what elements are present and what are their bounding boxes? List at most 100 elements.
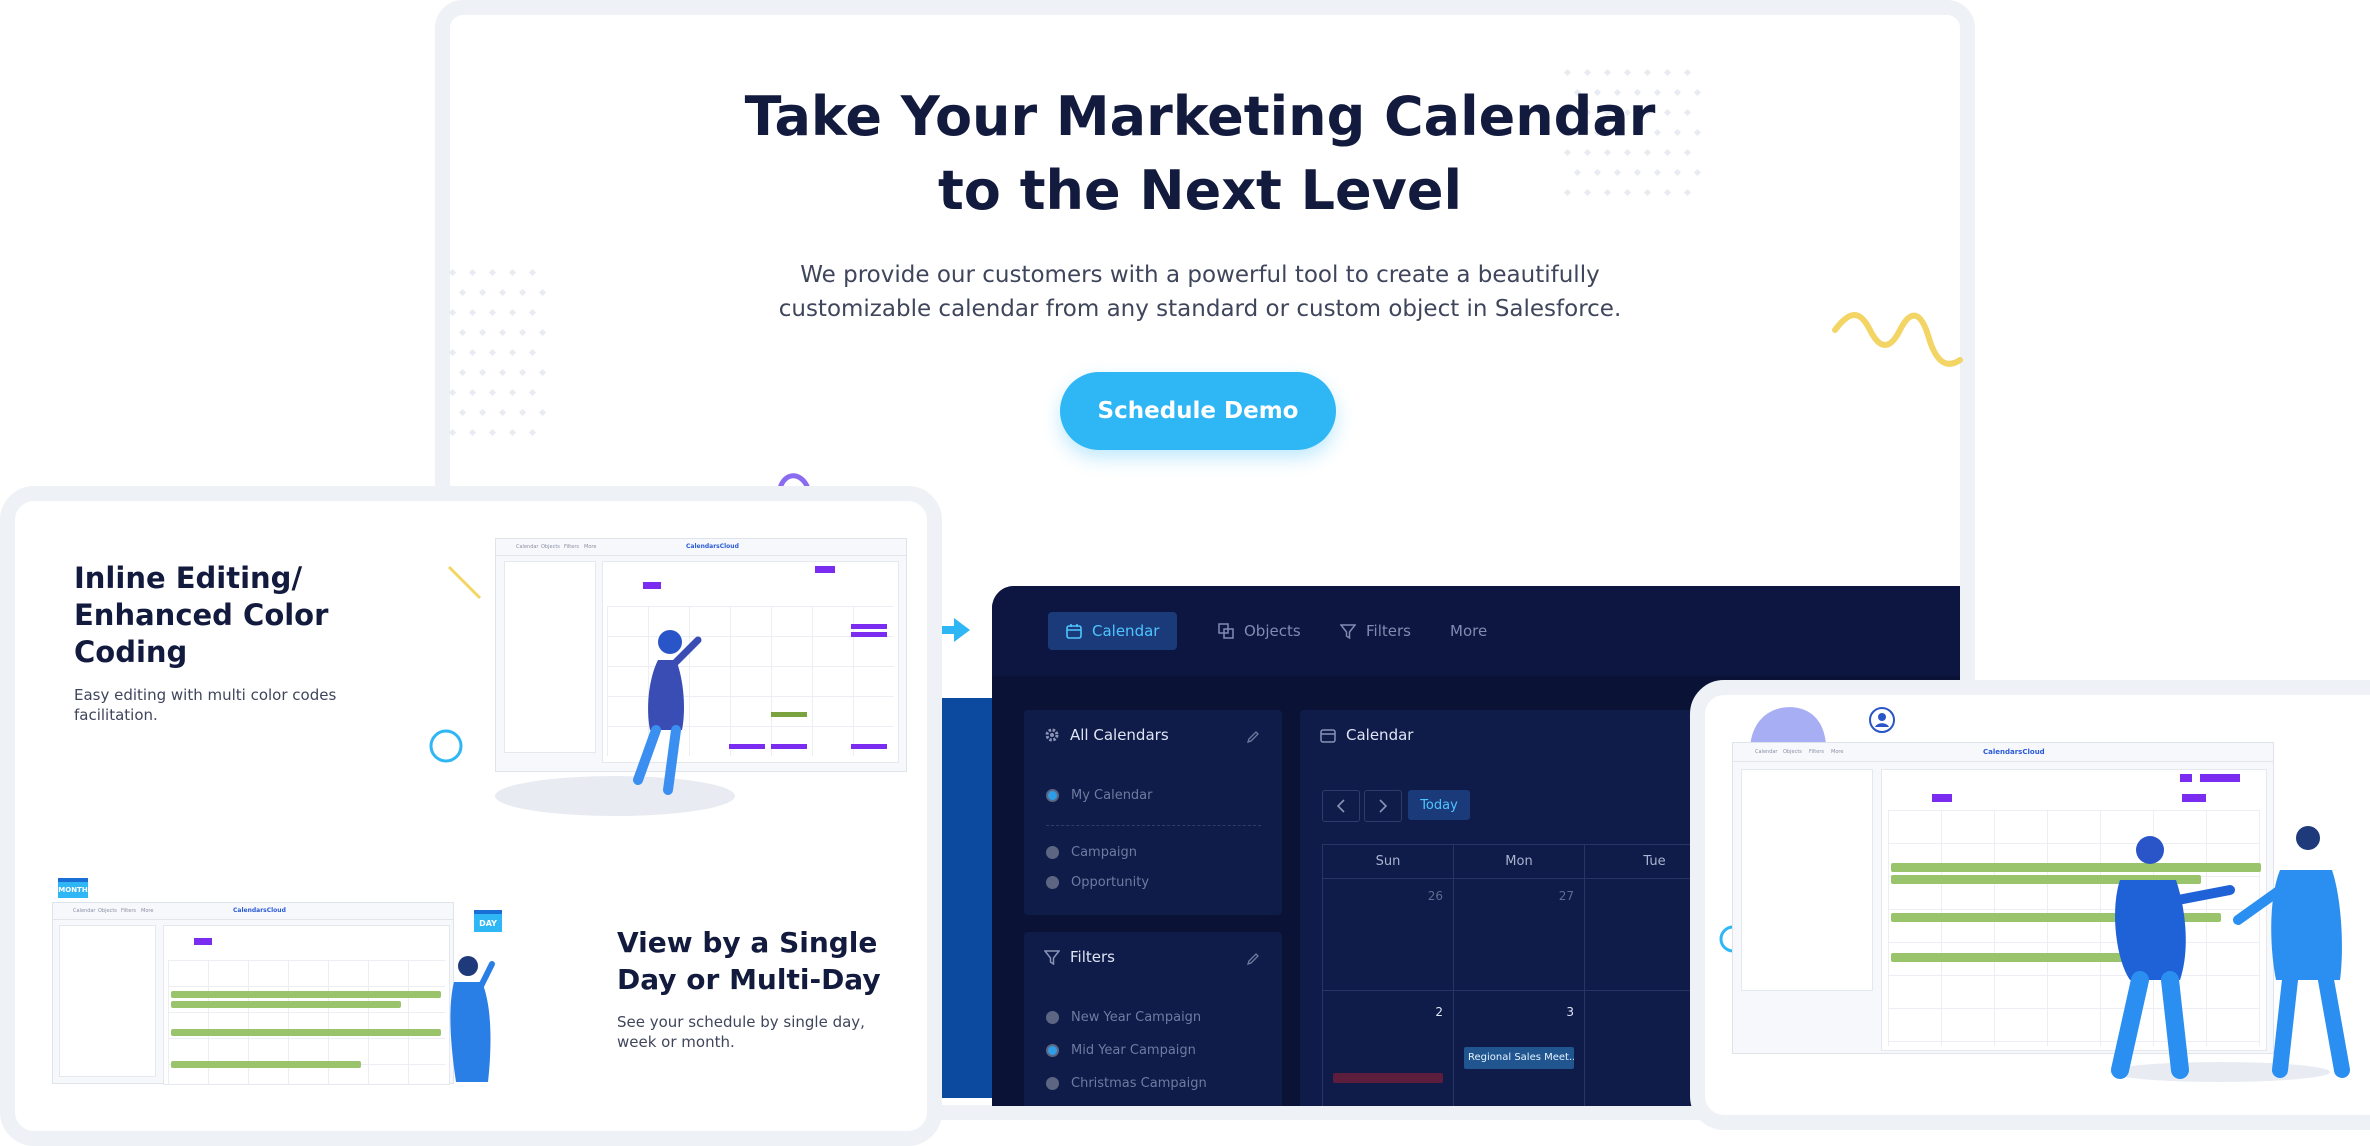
mini-tab-bar: Calendar Objects Filters More CalendarsC… bbox=[1733, 743, 2273, 762]
dot-decoration bbox=[488, 268, 497, 277]
mini-event-bar bbox=[171, 1001, 401, 1008]
dot-decoration bbox=[488, 308, 497, 317]
next-button[interactable] bbox=[1364, 790, 1402, 822]
mini-sidebar bbox=[59, 925, 156, 1077]
dot-decoration bbox=[508, 388, 517, 397]
calendar-header: Calendar bbox=[1320, 726, 1413, 744]
dot-decoration bbox=[538, 288, 547, 297]
edit-icon[interactable] bbox=[1246, 730, 1260, 744]
feature-title-single-day: View by a Single Day or Multi-Day bbox=[617, 926, 881, 996]
day-cell[interactable]: 2 bbox=[1323, 991, 1454, 1106]
dot-decoration bbox=[538, 408, 547, 417]
mini-tab: More bbox=[584, 544, 597, 550]
filter-icon bbox=[1044, 950, 1060, 965]
feature-desc-inline-editing: Easy editing with multi color codes faci… bbox=[74, 686, 337, 724]
dot-decoration bbox=[518, 368, 527, 377]
dot-decoration bbox=[468, 428, 477, 437]
dot-decoration bbox=[478, 288, 487, 297]
all-calendars-panel: All Calendars My Calendar Campaign Oppor… bbox=[1024, 710, 1282, 915]
mini-button bbox=[2182, 794, 2206, 802]
dot-decoration bbox=[448, 308, 457, 317]
mini-brand: CalendarsCloud bbox=[686, 543, 739, 550]
divider bbox=[1046, 825, 1261, 826]
radio-selected bbox=[1046, 1044, 1059, 1057]
day-badge: DAY bbox=[474, 910, 502, 932]
filters-header: Filters bbox=[1044, 948, 1115, 966]
mini-tab: Filters bbox=[121, 908, 136, 914]
feature-desc-single-day: See your schedule by single day, week or… bbox=[617, 1013, 865, 1051]
day-cell[interactable]: 26 bbox=[1323, 879, 1454, 991]
tab-filters[interactable]: Filters bbox=[1322, 612, 1429, 650]
mini-today bbox=[643, 582, 661, 589]
mini-event bbox=[771, 744, 807, 749]
calendar-item-my-calendar[interactable]: My Calendar bbox=[1046, 788, 1153, 803]
dot-decoration bbox=[528, 268, 537, 277]
chevron-left-icon bbox=[1336, 799, 1345, 813]
dot-decoration bbox=[478, 408, 487, 417]
page-title: Take Your Marketing Calendar to the Next… bbox=[744, 85, 1656, 222]
today-button[interactable]: Today bbox=[1408, 790, 1470, 820]
filter-item[interactable]: New Year Campaign bbox=[1046, 1010, 1201, 1025]
mini-tab-bar: Calendar Objects Filters More CalendarsC… bbox=[496, 539, 906, 556]
day-cell[interactable]: 3 Regional Sales Meet... bbox=[1454, 991, 1585, 1106]
mini-tab: Filters bbox=[564, 544, 579, 550]
mini-sidebar bbox=[504, 561, 596, 753]
dot-decoration bbox=[478, 328, 487, 337]
mini-event bbox=[851, 744, 887, 749]
dot-decoration bbox=[448, 428, 457, 437]
mini-tab: Objects bbox=[1783, 749, 1802, 755]
dot-decoration bbox=[508, 308, 517, 317]
mini-brand: CalendarsCloud bbox=[233, 907, 286, 914]
calendar-item-opportunity[interactable]: Opportunity bbox=[1046, 875, 1149, 890]
dot-decoration bbox=[508, 268, 517, 277]
dot-decoration bbox=[508, 348, 517, 357]
squiggle-decoration bbox=[1832, 312, 1963, 367]
filter-icon bbox=[1340, 624, 1356, 639]
dot-decoration bbox=[1583, 68, 1592, 77]
day-cell[interactable]: 27 bbox=[1454, 879, 1585, 991]
feature-title-inline-editing: Inline Editing/ Enhanced Color Coding bbox=[74, 561, 329, 669]
mini-tab: Calendar bbox=[1755, 749, 1778, 755]
mini-today bbox=[1932, 794, 1952, 802]
calendar-icon bbox=[1320, 729, 1336, 743]
dot-decoration bbox=[538, 368, 547, 377]
mini-button bbox=[2200, 774, 2240, 782]
line-decoration bbox=[447, 565, 482, 600]
mini-event-bar bbox=[171, 1061, 361, 1068]
radio bbox=[1046, 876, 1059, 889]
dot-decoration bbox=[518, 288, 527, 297]
mini-event-bar bbox=[171, 991, 441, 998]
mini-brand: CalendarsCloud bbox=[1983, 748, 2045, 756]
mini-tab: Filters bbox=[1809, 749, 1824, 755]
calendar-item-campaign[interactable]: Campaign bbox=[1046, 845, 1137, 860]
dot-decoration bbox=[488, 388, 497, 397]
dot-decoration bbox=[478, 368, 487, 377]
tab-objects[interactable]: Objects bbox=[1200, 612, 1319, 650]
filter-item[interactable]: Mid Year Campaign bbox=[1046, 1043, 1196, 1058]
tab-calendar[interactable]: Calendar bbox=[1048, 612, 1178, 650]
user-icon bbox=[1869, 707, 1895, 733]
dot-decoration bbox=[538, 328, 547, 337]
people-illustration bbox=[2110, 826, 2350, 1082]
prev-button[interactable] bbox=[1322, 790, 1360, 822]
filter-item[interactable]: Christmas Campaign bbox=[1046, 1076, 1207, 1091]
dot-decoration bbox=[498, 368, 507, 377]
dot-decoration bbox=[448, 388, 457, 397]
mini-today bbox=[194, 938, 212, 945]
dot-decoration bbox=[528, 308, 537, 317]
dot-decoration bbox=[1643, 68, 1652, 77]
mini-tab: Calendar bbox=[73, 908, 96, 914]
tab-more[interactable]: More bbox=[1432, 612, 1505, 650]
arrow-decoration bbox=[940, 618, 970, 642]
edit-icon[interactable] bbox=[1246, 952, 1260, 966]
event-chip[interactable]: Regional Sales Meet... bbox=[1464, 1047, 1574, 1069]
schedule-demo-button[interactable]: Schedule Demo bbox=[1060, 372, 1336, 450]
objects-icon bbox=[1218, 623, 1234, 639]
dot-decoration bbox=[488, 348, 497, 357]
mini-event bbox=[771, 712, 807, 717]
mini-tab: More bbox=[1831, 749, 1844, 755]
dot-decoration bbox=[448, 268, 457, 277]
dot-decoration bbox=[528, 428, 537, 437]
radio bbox=[1046, 1077, 1059, 1090]
dot-decoration bbox=[1603, 68, 1612, 77]
